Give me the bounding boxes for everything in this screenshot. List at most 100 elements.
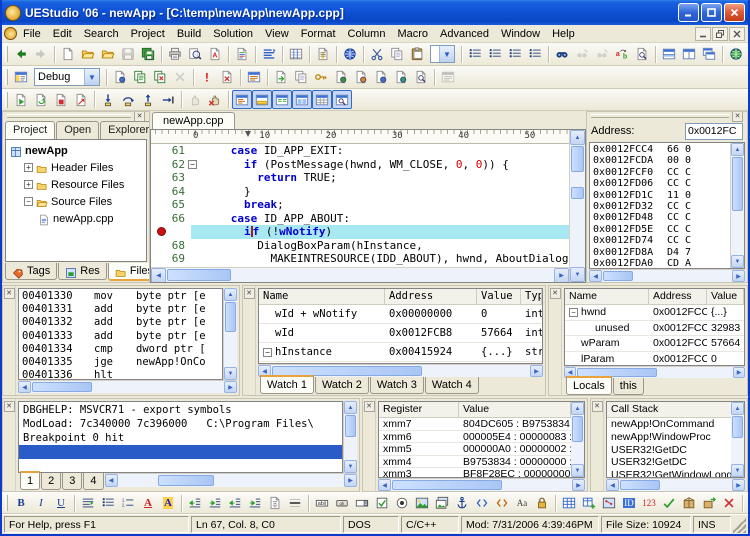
new-file-button[interactable] [58, 45, 78, 64]
outdent-right-button[interactable] [245, 494, 265, 513]
step-out-button[interactable] [138, 90, 158, 109]
underline-button[interactable]: U [51, 494, 71, 513]
code-line-66[interactable]: 66 case ID_APP_ABOUT: [151, 212, 569, 226]
code-line-69[interactable]: 69 MAKEINTRESOURCE(IDD_ABOUT), hwnd, Abo… [151, 252, 569, 266]
code-line-68[interactable]: 68 DialogBoxParam(hInstance, [151, 239, 569, 253]
disasm-row[interactable]: 00401335jgenewApp!OnCo [22, 356, 222, 369]
column-mode-button[interactable] [313, 45, 333, 64]
memory-row[interactable]: 0x0012FCC466 0 [593, 144, 730, 155]
editor-tab-newapp[interactable]: newApp.cpp [152, 112, 235, 129]
indent-right-button[interactable] [205, 494, 225, 513]
memory-hscrollbar[interactable]: ◀ ▶ [589, 269, 745, 282]
tree-expander[interactable]: − [24, 197, 33, 206]
menu-search[interactable]: Search [78, 27, 125, 41]
fold-icon[interactable]: − [188, 160, 197, 169]
hr-button[interactable] [285, 494, 305, 513]
scroll-thumb[interactable] [732, 416, 743, 438]
code-line-65[interactable]: 65 break; [151, 198, 569, 212]
find-button[interactable] [552, 45, 572, 64]
tab-project[interactable]: Project [5, 121, 55, 139]
validate-button[interactable] [659, 494, 679, 513]
indent-left-button[interactable] [185, 494, 205, 513]
menu-window[interactable]: Window [495, 27, 546, 41]
menu-edit[interactable]: Edit [47, 27, 78, 41]
code-area[interactable]: 61 case ID_APP_EXIT:62− if (PostMessage(… [151, 144, 569, 267]
list-tags-button[interactable] [465, 45, 485, 64]
vcs-history-button[interactable] [411, 68, 431, 87]
center-text-button[interactable] [265, 494, 285, 513]
scroll-right-icon[interactable]: ▶ [733, 367, 745, 378]
output-line[interactable]: Breakpoint 0 hit [19, 432, 342, 446]
scroll-right-icon[interactable]: ▶ [572, 479, 585, 491]
vcs-checkout-button[interactable] [351, 68, 371, 87]
list-functions-button[interactable] [505, 45, 525, 64]
toolbar-grip[interactable] [5, 495, 8, 511]
close-icon[interactable]: ✕ [4, 401, 15, 412]
id-button[interactable]: ID [619, 494, 639, 513]
line-number[interactable]: 68 [151, 239, 191, 253]
vcs-key-button[interactable] [311, 68, 331, 87]
browser-view-button[interactable] [340, 45, 360, 64]
menu-help[interactable]: Help [546, 27, 581, 41]
output-tab-2[interactable]: 2 [41, 473, 61, 490]
column-header-value[interactable]: Value [477, 289, 521, 304]
scroll-down-icon[interactable]: ▼ [344, 460, 357, 473]
cascade-windows-button[interactable] [699, 45, 719, 64]
code-line-63[interactable]: 63 return TRUE; [151, 171, 569, 185]
button-control-button[interactable]: ok [332, 494, 352, 513]
mdi-restore-button[interactable] [712, 27, 728, 41]
pause-button[interactable] [185, 90, 205, 109]
output-hscrollbar[interactable]: ◀ ▶ [105, 473, 358, 487]
table-row[interactable]: wId0x0012FCB857664int [259, 324, 542, 343]
tree-item-resource-files[interactable]: +Resource Files [6, 176, 146, 193]
reformat-button[interactable] [259, 45, 279, 64]
disasm-vscrollbar[interactable]: ▲ ▼ [223, 288, 237, 380]
configuration-combo[interactable]: Debug▼ [34, 68, 100, 86]
toolbar-grip[interactable] [5, 92, 8, 108]
script-button[interactable] [492, 494, 512, 513]
table-row[interactable]: lParam0x0012FCCC0 [565, 352, 744, 367]
tree-item-header-files[interactable]: +Header Files [6, 159, 146, 176]
toggle-callstack-window-button[interactable] [232, 90, 252, 109]
list-defines-button[interactable] [485, 45, 505, 64]
code-button[interactable] [472, 494, 492, 513]
scroll-down-icon[interactable]: ▼ [731, 255, 744, 268]
scroll-right-icon[interactable]: ▶ [732, 270, 745, 282]
split-vertical-button[interactable] [679, 45, 699, 64]
line-number[interactable]: 62− [151, 158, 191, 172]
tab-files[interactable]: Files [108, 263, 150, 281]
menu-advanced[interactable]: Advanced [434, 27, 495, 41]
toolbar-grip[interactable] [5, 69, 8, 85]
detach-debugger-button[interactable] [71, 90, 91, 109]
scroll-thumb[interactable] [345, 415, 356, 437]
maximize-button[interactable] [701, 3, 722, 22]
mdi-minimize-button[interactable] [695, 27, 711, 41]
image-button[interactable] [412, 494, 432, 513]
memory-row[interactable]: 0x0012FD32CC C [593, 201, 730, 212]
bold-button[interactable]: B [11, 494, 31, 513]
scroll-left-icon[interactable]: ◀ [589, 270, 602, 282]
disasm-row[interactable]: 00401336hlt [22, 369, 222, 380]
close-icon[interactable]: ✕ [550, 288, 561, 299]
tab-res[interactable]: Res [58, 263, 107, 280]
bullet-list-button[interactable] [98, 494, 118, 513]
table-row[interactable]: −hwnd0x0012FCC4{...} [565, 305, 744, 321]
scroll-down-icon[interactable]: ▼ [731, 464, 744, 477]
disasm-row[interactable]: 00401330movbyte ptr [e [22, 290, 222, 303]
resize-grip[interactable] [733, 516, 746, 533]
mdi-close-button[interactable] [729, 27, 745, 41]
code-line-67[interactable]: if (!wNotify) [151, 225, 569, 239]
tree-item-newapp-cpp[interactable]: newApp.cpp [6, 210, 146, 227]
callstack-vscrollbar[interactable]: ▲ ▼ [731, 401, 745, 478]
scroll-left-icon[interactable]: ◀ [606, 479, 619, 491]
line-number[interactable]: 64 [151, 185, 191, 199]
callstack-frame[interactable]: USER32!GetWindowLongW [607, 469, 731, 477]
callstack-frame[interactable]: newApp!OnCommand [607, 418, 731, 431]
address-input[interactable] [685, 123, 743, 140]
table-row[interactable]: −hInstance0x00415924{...}struct [259, 343, 542, 362]
compile-button[interactable] [110, 68, 130, 87]
scroll-thumb[interactable] [620, 480, 660, 490]
build-button[interactable] [130, 68, 150, 87]
anchor-button[interactable] [452, 494, 472, 513]
table-row[interactable]: xmm3BF8F28EC : 00000000 : 00000 [379, 468, 571, 478]
